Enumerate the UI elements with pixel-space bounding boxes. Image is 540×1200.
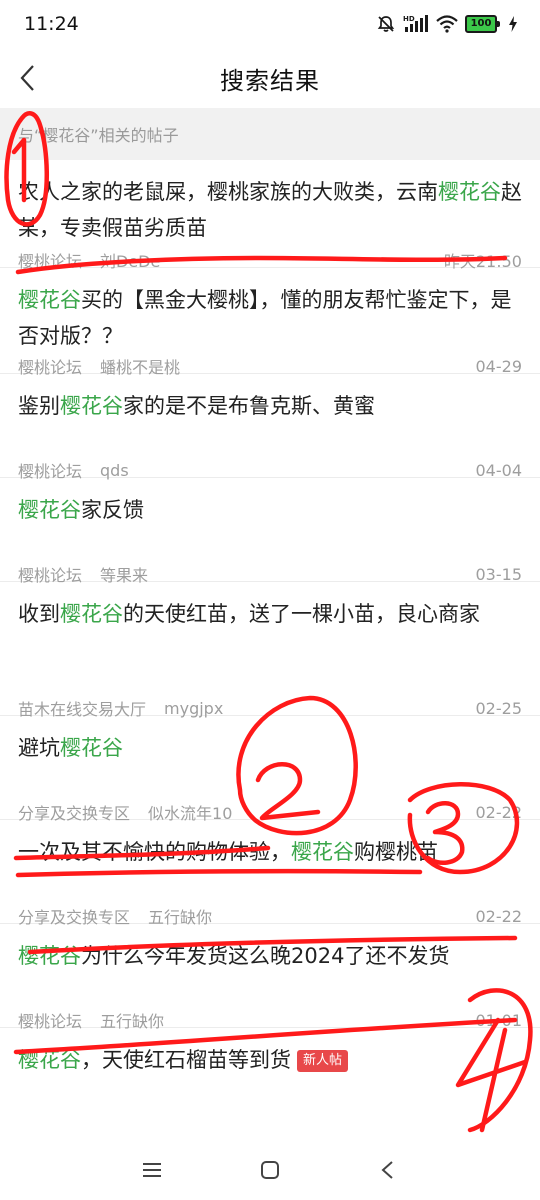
post-title: 农人之家的老鼠屎，樱桃家族的大败类，云南樱花谷赵某，专卖假苗劣质苗: [18, 160, 522, 246]
back-button[interactable]: [8, 58, 48, 98]
post-title: 樱花谷为什么今年发货这么晚2024了还不发货: [18, 924, 522, 974]
post-item[interactable]: 樱花谷买的【黑金大樱桃】，懂的朋友帮忙鉴定下，是否对版？？ 樱桃论坛 蟠桃不是桃 04…: [0, 268, 540, 377]
new-post-badge: 新人帖: [297, 1050, 349, 1072]
keyword-highlight: 樱花谷: [18, 498, 81, 522]
title-text: 一次及其不愉快的购物体验，: [18, 840, 291, 864]
status-time: 11:24: [24, 13, 79, 35]
keyword-highlight: 樱花谷: [18, 944, 81, 968]
post-time: 02-22: [475, 906, 523, 926]
page-title: 搜索结果: [220, 66, 320, 95]
post-time: 02-22: [475, 802, 523, 822]
back-triangle-icon: [381, 1161, 393, 1179]
title-text: 家的是不是布鲁克斯、黄蜜: [123, 394, 375, 418]
wifi-icon: [436, 15, 458, 33]
post-author: mygjpx: [164, 698, 224, 718]
title-text: 买的【黑金大樱桃】，懂的朋友帮忙鉴定下，是否对版？？: [18, 288, 512, 348]
post-time: 02-25: [475, 698, 523, 718]
post-list: 农人之家的老鼠屎，樱桃家族的大败类，云南樱花谷赵某，专卖假苗劣质苗 樱桃论坛 刘De…: [0, 160, 540, 1086]
title-text: ，天使红石榴苗等到货: [81, 1048, 291, 1072]
post-time: 01-01: [475, 1010, 523, 1030]
system-back-button[interactable]: [329, 1140, 447, 1200]
post-title: 鉴别樱花谷家的是不是布鲁克斯、黄蜜: [18, 374, 522, 424]
title-text: 为什么今年发货这么晚2024了还不发货: [81, 944, 450, 968]
post-item[interactable]: 樱花谷为什么今年发货这么晚2024了还不发货 樱桃论坛 五行缺你 01-01: [0, 924, 540, 1031]
title-text: 避坑: [18, 736, 60, 760]
post-item[interactable]: 农人之家的老鼠屎，樱桃家族的大败类，云南樱花谷赵某，专卖假苗劣质苗 樱桃论坛 刘De…: [0, 160, 540, 271]
post-title: 樱花谷，天使红石榴苗等到货 新人帖: [18, 1028, 522, 1078]
post-time: 04-04: [475, 460, 523, 480]
keyword-highlight: 樱花谷: [60, 394, 123, 418]
bell-muted-icon: [377, 16, 395, 32]
battery-icon: 100: [465, 15, 500, 33]
keyword-highlight: 樱花谷: [18, 1048, 81, 1072]
status-bar: 11:24 HD 100: [0, 0, 540, 48]
post-item[interactable]: 樱花谷，天使红石榴苗等到货 新人帖: [0, 1028, 540, 1086]
hd-signal-icon: HD: [403, 15, 428, 32]
status-icons: HD 100: [376, 14, 518, 34]
post-time: 03-15: [475, 564, 523, 584]
home-square-icon: [261, 1161, 279, 1179]
menu-icon: [143, 1163, 161, 1177]
svg-text:HD: HD: [403, 15, 415, 23]
title-text: 鉴别: [18, 394, 60, 418]
title-text: 购樱桃苗: [354, 840, 438, 864]
section-label: 与“樱花谷”相关的帖子: [18, 126, 179, 145]
title-text: 家反馈: [81, 498, 144, 522]
post-item[interactable]: 避坑樱花谷 分享及交换专区 似水流年10 02-22: [0, 716, 540, 823]
post-title: 一次及其不愉快的购物体验，樱花谷购樱桃苗: [18, 820, 522, 870]
home-button[interactable]: [211, 1140, 329, 1200]
title-text: 的天使红苗，送了一棵小苗，良心商家: [123, 602, 480, 626]
keyword-highlight: 樱花谷: [60, 602, 123, 626]
charging-icon: [509, 16, 517, 32]
system-navigation-bar: [0, 1140, 540, 1200]
post-item[interactable]: 鉴别樱花谷家的是不是布鲁克斯、黄蜜 樱桃论坛 qds 04-04: [0, 374, 540, 481]
keyword-highlight: 樱花谷: [18, 288, 81, 312]
keyword-highlight: 樱花谷: [60, 736, 123, 760]
post-item[interactable]: 樱花谷家反馈 樱桃论坛 等果来 03-15: [0, 478, 540, 585]
chevron-left-icon: [20, 65, 34, 91]
post-item[interactable]: 收到樱花谷的天使红苗，送了一棵小苗，良心商家 苗木在线交易大厅 mygjpx 02-2…: [0, 582, 540, 719]
post-title: 收到樱花谷的天使红苗，送了一棵小苗，良心商家: [18, 582, 522, 632]
title-text: 农人之家的老鼠屎，樱桃家族的大败类，云南: [18, 180, 438, 204]
post-author: qds: [100, 460, 129, 480]
search-results-section-header: 与“樱花谷”相关的帖子: [0, 108, 540, 160]
post-title: 樱花谷买的【黑金大樱桃】，懂的朋友帮忙鉴定下，是否对版？？: [18, 268, 522, 354]
keyword-highlight: 樱花谷: [438, 180, 501, 204]
post-title: 樱花谷家反馈: [18, 478, 522, 528]
keyword-highlight: 樱花谷: [291, 840, 354, 864]
post-time: 04-29: [475, 356, 523, 376]
post-item[interactable]: 一次及其不愉快的购物体验，樱花谷购樱桃苗 分享及交换专区 五行缺你 02-22: [0, 820, 540, 927]
title-text: 收到: [18, 602, 60, 626]
post-title: 避坑樱花谷: [18, 716, 522, 766]
recent-apps-button[interactable]: [93, 1140, 211, 1200]
top-app-bar: 搜索结果: [0, 48, 540, 108]
